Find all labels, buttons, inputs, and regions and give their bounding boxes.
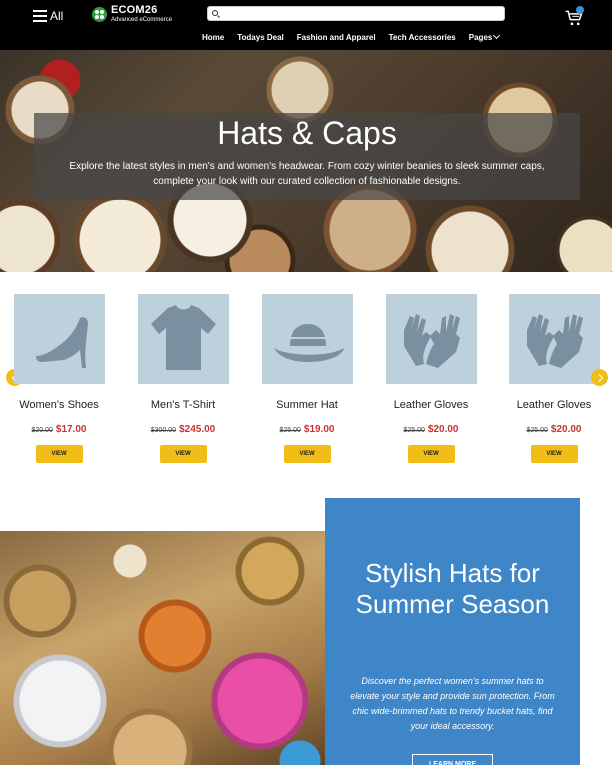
site-header: All ECOM26 Advanced eCommerce Home Today… xyxy=(0,0,612,50)
hamburger-menu-icon xyxy=(33,10,47,22)
product-image[interactable] xyxy=(261,294,353,384)
chevron-right-icon[interactable] xyxy=(591,369,608,386)
nav-home[interactable]: Home xyxy=(202,33,237,42)
product-name: Leather Gloves xyxy=(516,399,592,411)
main-nav: Home Todays Deal Fashion and Apparel Tec… xyxy=(202,31,513,42)
product-carousel: Women's Shoes $20.00 $17.00 VIEW Men's T-… xyxy=(0,272,612,498)
logo-title: ECOM26 xyxy=(111,4,158,16)
old-price: $300.00 xyxy=(150,427,177,434)
hero-overlay: Hats & Caps Explore the latest styles in… xyxy=(34,113,580,200)
view-button[interactable]: VIEW xyxy=(407,445,455,463)
old-price: $25.00 xyxy=(279,427,301,434)
all-categories-button[interactable]: All xyxy=(33,7,63,25)
nav-todays-deal[interactable]: Todays Deal xyxy=(237,33,297,42)
learn-more-button[interactable]: LEARN MORE xyxy=(412,754,493,774)
view-button[interactable]: VIEW xyxy=(159,445,207,463)
summer-promo-section: Stylish Hats for Summer Season Discover … xyxy=(0,498,612,774)
product-image[interactable] xyxy=(13,294,105,384)
gloves-icon xyxy=(403,314,460,368)
product-card[interactable]: Summer Hat $25.00 $19.00 VIEW xyxy=(252,294,362,463)
sale-price: $20.00 xyxy=(427,424,459,435)
search-icon[interactable] xyxy=(212,10,218,16)
search-bar xyxy=(207,6,505,21)
tshirt-icon xyxy=(150,305,216,370)
product-price: $25.00 $19.00 xyxy=(252,424,362,435)
hero-title: Hats & Caps xyxy=(217,115,397,151)
view-button[interactable]: VIEW xyxy=(530,445,578,463)
product-price: $25.00 $20.00 xyxy=(376,424,486,435)
all-categories-label: All xyxy=(50,9,64,23)
gloves-icon xyxy=(526,314,583,368)
product-image[interactable] xyxy=(508,294,600,384)
high-heel-icon xyxy=(35,317,88,368)
summer-promo-box: Stylish Hats for Summer Season Discover … xyxy=(325,498,580,774)
old-price: $20.00 xyxy=(31,427,53,434)
view-button[interactable]: VIEW xyxy=(35,445,83,463)
nav-tech-accessories[interactable]: Tech Accessories xyxy=(389,33,469,42)
product-card[interactable]: Men's T-Shirt $300.00 $245.00 VIEW xyxy=(128,294,238,463)
site-logo[interactable]: ECOM26 Advanced eCommerce xyxy=(92,5,172,23)
summer-promo-text: Discover the perfect women's summer hats… xyxy=(350,676,555,731)
product-price: $300.00 $245.00 xyxy=(128,424,238,435)
product-name: Men's T-Shirt xyxy=(150,399,216,411)
summer-hats-image xyxy=(0,531,325,765)
chevron-down-icon xyxy=(493,31,501,40)
product-name: Leather Gloves xyxy=(393,399,469,411)
product-card[interactable]: Leather Gloves $25.00 $20.00 VIEW xyxy=(376,294,486,463)
nav-pages[interactable]: Pages xyxy=(468,31,513,42)
view-button[interactable]: VIEW xyxy=(283,445,331,463)
nav-fashion-and-apparel[interactable]: Fashion and Apparel xyxy=(297,33,389,42)
old-price: $25.00 xyxy=(403,427,425,434)
sale-price: $17.00 xyxy=(55,424,87,435)
sale-price: $20.00 xyxy=(550,424,582,435)
product-price: $20.00 $17.00 xyxy=(4,424,114,435)
product-image[interactable] xyxy=(137,294,229,384)
sale-price: $245.00 xyxy=(179,424,216,435)
hat-icon xyxy=(273,324,344,362)
product-price: $25.00 $20.00 xyxy=(499,424,609,435)
logo-subtitle: Advanced eCommerce xyxy=(111,17,173,23)
old-price: $25.00 xyxy=(526,427,548,434)
hero-banner: Hats & Caps Explore the latest styles in… xyxy=(0,50,612,272)
nav-pages-label: Pages xyxy=(468,33,493,42)
summer-promo-title: Stylish Hats for Summer Season xyxy=(355,558,550,619)
sale-price: $19.00 xyxy=(303,424,335,435)
logo-icon xyxy=(92,6,107,22)
product-name: Women's Shoes xyxy=(19,399,99,411)
search-input[interactable] xyxy=(222,8,492,19)
hero-description: Explore the latest styles in men's and w… xyxy=(69,161,545,187)
product-name: Summer Hat xyxy=(276,399,338,411)
cart-badge xyxy=(576,6,584,14)
product-card[interactable]: Women's Shoes $20.00 $17.00 VIEW xyxy=(4,294,114,463)
product-image[interactable] xyxy=(385,294,477,384)
